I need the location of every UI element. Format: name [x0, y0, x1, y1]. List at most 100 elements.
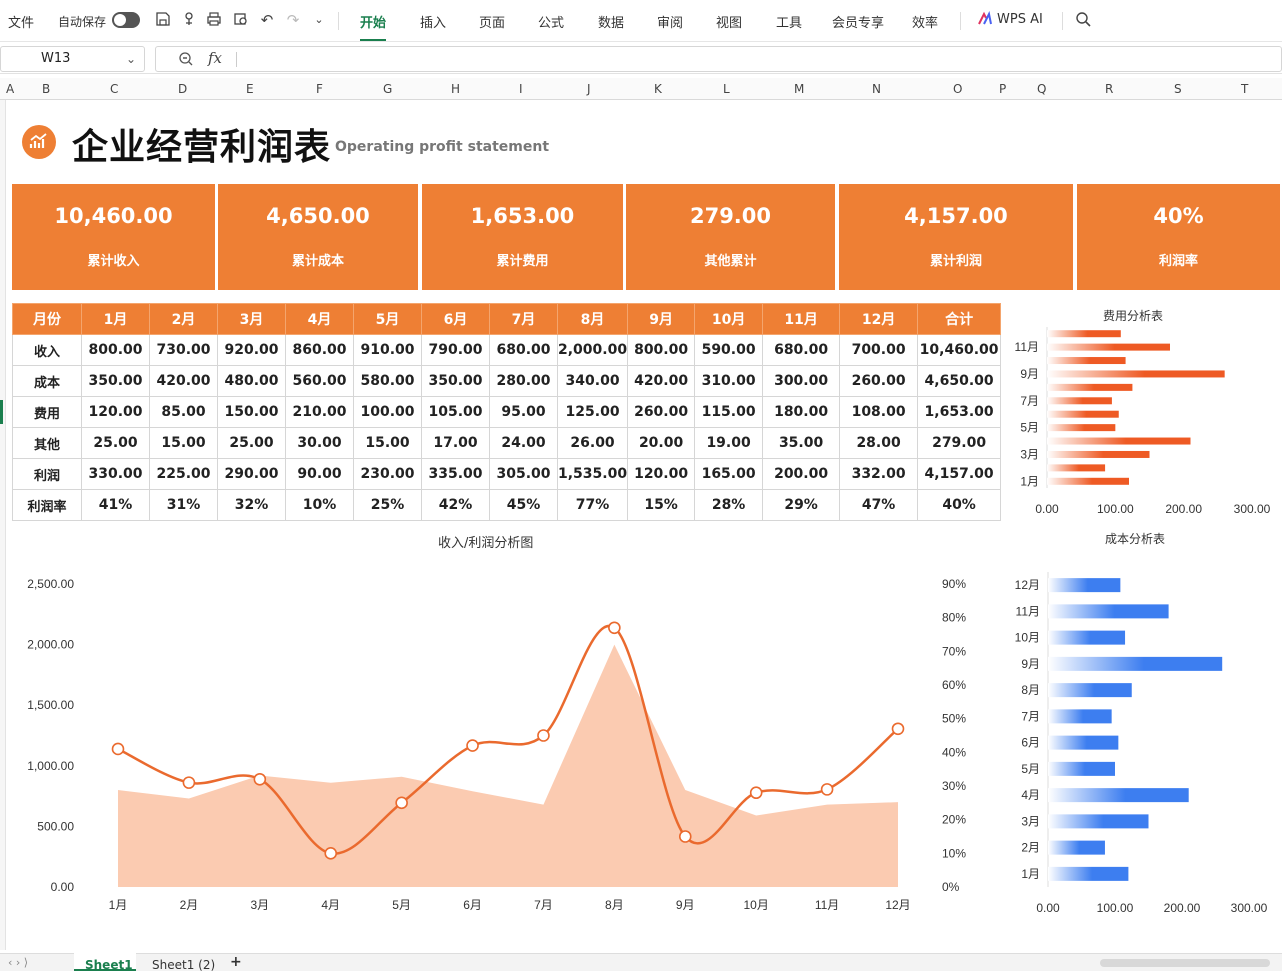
table-cell[interactable]: 20.00: [627, 427, 696, 459]
table-cell[interactable]: 225.00: [149, 458, 218, 490]
tab-page[interactable]: 页面: [479, 12, 505, 31]
column-header-cell[interactable]: 1月: [81, 303, 150, 335]
table-cell[interactable]: 420.00: [627, 365, 696, 397]
table-cell[interactable]: 800.00: [627, 334, 696, 366]
column-header-cell[interactable]: 月份: [12, 303, 82, 335]
table-cell[interactable]: 100.00: [353, 396, 422, 428]
chevron-down-icon[interactable]: ⌄: [126, 47, 136, 71]
column-letter[interactable]: N: [872, 82, 881, 96]
column-header-cell[interactable]: 7月: [489, 303, 558, 335]
table-cell[interactable]: 150.00: [217, 396, 286, 428]
table-cell[interactable]: 125.00: [556, 396, 629, 428]
table-cell[interactable]: 335.00: [421, 458, 490, 490]
column-header-cell[interactable]: 8月: [556, 303, 629, 335]
print-icon[interactable]: [205, 11, 223, 29]
column-letter[interactable]: L: [723, 82, 730, 96]
table-cell[interactable]: 350.00: [421, 365, 490, 397]
table-cell[interactable]: 90.00: [285, 458, 354, 490]
table-cell[interactable]: 200.00: [762, 458, 841, 490]
column-letter[interactable]: S: [1174, 82, 1182, 96]
table-cell[interactable]: 1,535.00: [556, 458, 629, 490]
table-cell[interactable]: 260.00: [839, 365, 919, 397]
table-cell[interactable]: 800.00: [81, 334, 150, 366]
more-chevron-icon[interactable]: ⌄: [310, 11, 328, 29]
redo-icon[interactable]: ↷: [284, 11, 302, 29]
table-cell[interactable]: 230.00: [353, 458, 422, 490]
table-cell[interactable]: 41%: [81, 489, 150, 521]
table-cell[interactable]: 30.00: [285, 427, 354, 459]
table-cell[interactable]: 910.00: [353, 334, 422, 366]
zoom-icon[interactable]: [178, 51, 194, 71]
table-cell[interactable]: 85.00: [149, 396, 218, 428]
column-letter[interactable]: G: [383, 82, 392, 96]
sheet-tab-sheet1[interactable]: Sheet1: [85, 958, 133, 972]
table-cell[interactable]: 19.00: [694, 427, 764, 459]
table-cell[interactable]: 290.00: [217, 458, 286, 490]
row-label-cell[interactable]: 费用: [12, 396, 82, 428]
column-letter[interactable]: I: [519, 82, 523, 96]
search-icon[interactable]: [1074, 11, 1092, 29]
print-preview-icon[interactable]: [232, 11, 250, 29]
column-letter[interactable]: A: [6, 82, 14, 96]
table-cell[interactable]: 590.00: [694, 334, 764, 366]
row-label-cell[interactable]: 其他: [12, 427, 82, 459]
table-cell[interactable]: 31%: [149, 489, 218, 521]
table-cell[interactable]: 920.00: [217, 334, 286, 366]
table-cell[interactable]: 77%: [556, 489, 629, 521]
expense-bar-chart[interactable]: 1月 3月 5月 7月 9月 11月 0.00 100.00 200.00 300.00: [1005, 325, 1280, 515]
table-cell[interactable]: 15.00: [149, 427, 218, 459]
table-cell[interactable]: 730.00: [149, 334, 218, 366]
column-header-cell[interactable]: 12月: [839, 303, 919, 335]
table-cell[interactable]: 279.00: [917, 427, 1002, 459]
tab-review[interactable]: 审阅: [657, 12, 683, 31]
table-cell[interactable]: 25.00: [217, 427, 286, 459]
table-cell[interactable]: 120.00: [627, 458, 696, 490]
save-icon[interactable]: [154, 11, 172, 29]
tab-formula[interactable]: 公式: [538, 12, 564, 31]
column-header-cell[interactable]: 3月: [217, 303, 286, 335]
table-cell[interactable]: 42%: [421, 489, 490, 521]
cost-bar-chart[interactable]: 1月 2月 3月 4月 5月 6月 7月 8月 9月 10月 11月 12月 0.00 100.00 200…: [1005, 570, 1280, 920]
undo-icon[interactable]: ↶: [258, 11, 276, 29]
table-cell[interactable]: 330.00: [81, 458, 150, 490]
tab-efficiency[interactable]: 效率: [912, 12, 938, 31]
wps-ai-button[interactable]: WPS AI: [997, 12, 1043, 27]
table-cell[interactable]: 24.00: [489, 427, 558, 459]
table-cell[interactable]: 40%: [917, 489, 1002, 521]
sheet-tab-sheet1-copy[interactable]: Sheet1 (2): [152, 958, 215, 972]
table-cell[interactable]: 10,460.00: [917, 334, 1002, 366]
table-cell[interactable]: 300.00: [762, 365, 841, 397]
table-cell[interactable]: 15.00: [353, 427, 422, 459]
row-label-cell[interactable]: 收入: [12, 334, 82, 366]
table-cell[interactable]: 45%: [489, 489, 558, 521]
table-cell[interactable]: 180.00: [762, 396, 841, 428]
table-cell[interactable]: 700.00: [839, 334, 919, 366]
tab-tools[interactable]: 工具: [776, 12, 802, 31]
table-cell[interactable]: 2,000.00: [556, 334, 629, 366]
column-letter[interactable]: D: [178, 82, 187, 96]
column-header-cell[interactable]: 2月: [149, 303, 218, 335]
column-letter[interactable]: B: [42, 82, 50, 96]
row-label-cell[interactable]: 利润率: [12, 489, 82, 521]
table-cell[interactable]: 420.00: [149, 365, 218, 397]
formula-input[interactable]: fx: [155, 46, 1282, 72]
table-cell[interactable]: 332.00: [839, 458, 919, 490]
table-cell[interactable]: 25%: [353, 489, 422, 521]
table-cell[interactable]: 115.00: [694, 396, 764, 428]
table-cell[interactable]: 105.00: [421, 396, 490, 428]
table-cell[interactable]: 47%: [839, 489, 919, 521]
table-cell[interactable]: 210.00: [285, 396, 354, 428]
table-cell[interactable]: 480.00: [217, 365, 286, 397]
table-cell[interactable]: 28.00: [839, 427, 919, 459]
column-header-cell[interactable]: 合计: [917, 303, 1002, 335]
table-cell[interactable]: 4,157.00: [917, 458, 1002, 490]
column-header-cell[interactable]: 5月: [353, 303, 422, 335]
column-letter[interactable]: C: [110, 82, 118, 96]
table-cell[interactable]: 340.00: [556, 365, 629, 397]
table-cell[interactable]: 25.00: [81, 427, 150, 459]
table-cell[interactable]: 860.00: [285, 334, 354, 366]
column-header-cell[interactable]: 9月: [627, 303, 696, 335]
add-sheet-icon[interactable]: +: [230, 954, 242, 970]
column-letter[interactable]: P: [999, 82, 1006, 96]
horizontal-scrollbar[interactable]: [1100, 959, 1270, 967]
